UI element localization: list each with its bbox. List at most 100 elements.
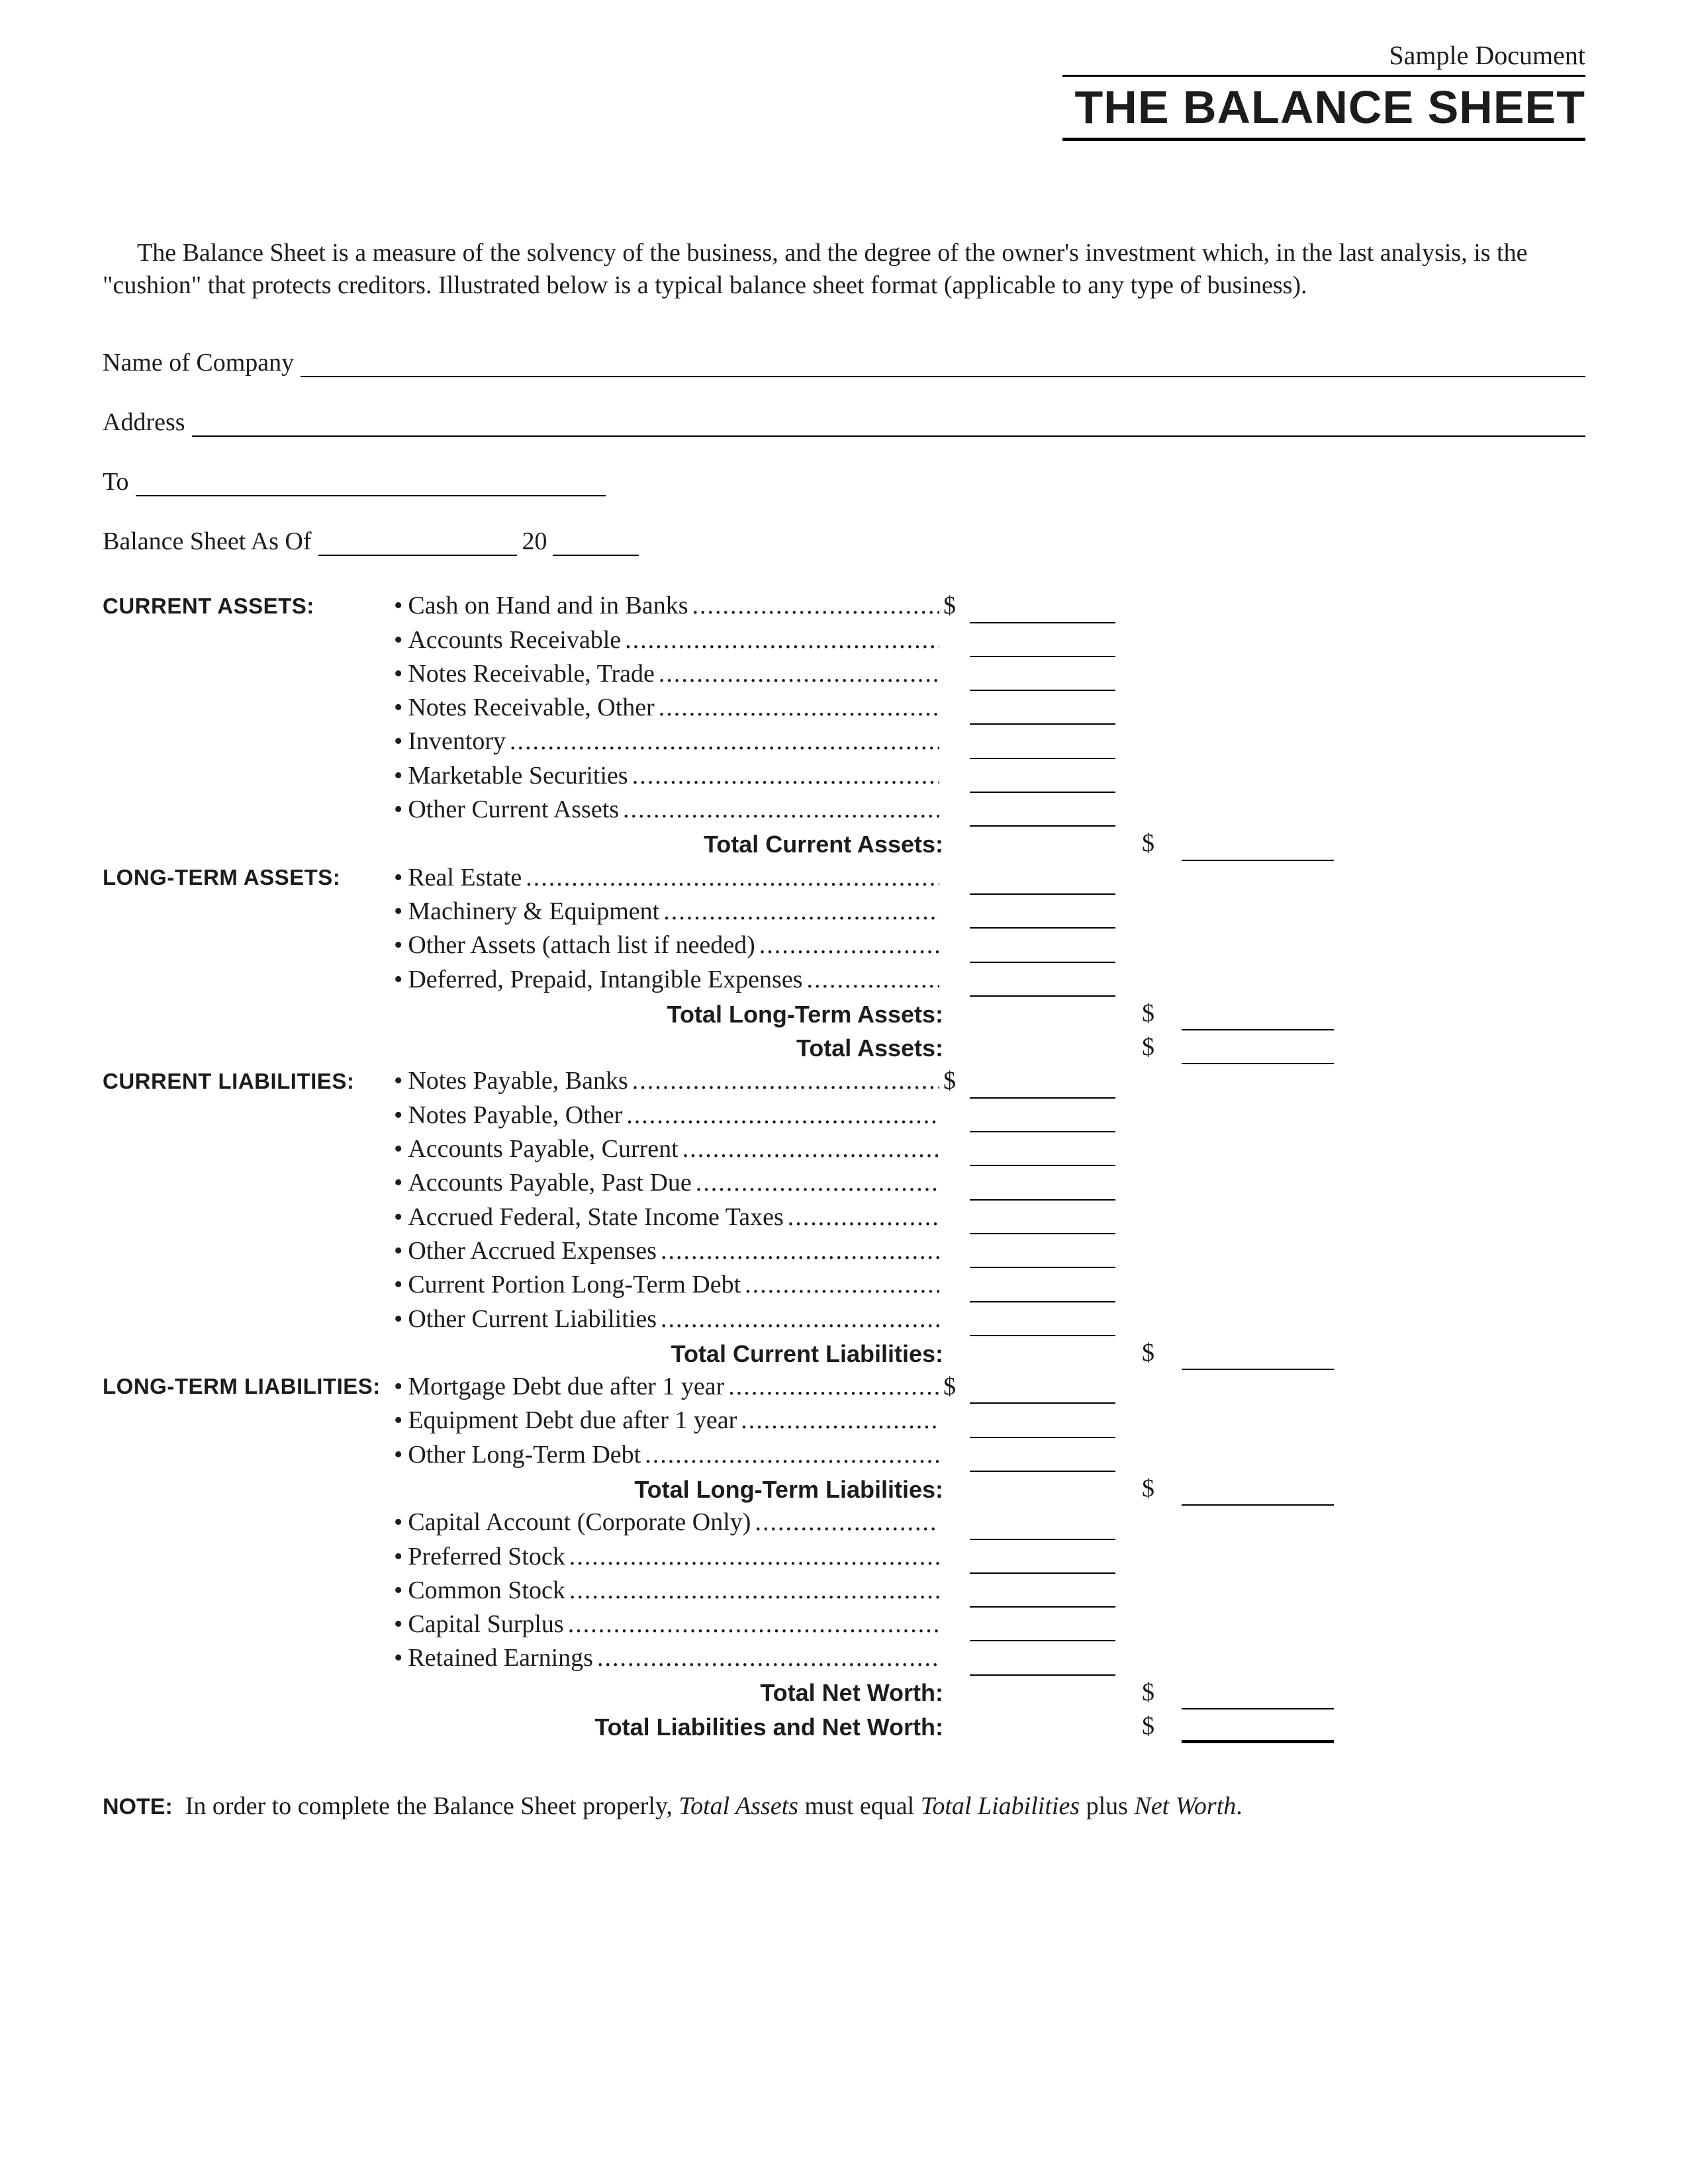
leader-dots: ........................................… (645, 1438, 939, 1472)
leader-dots: ........................................… (632, 1064, 939, 1098)
amount-line[interactable] (970, 872, 1115, 895)
amount-line[interactable] (970, 601, 1115, 623)
amount-line[interactable] (1182, 1347, 1334, 1370)
amount-line[interactable] (970, 906, 1115, 929)
line-row: LONG-TERM ASSETS:• Real Estate .........… (103, 861, 1585, 895)
amount-line[interactable] (970, 702, 1115, 725)
asof-label: Balance Sheet As Of (103, 527, 318, 556)
leader-dots: ........................................… (806, 963, 939, 997)
item-label: Other Assets (attach list if needed) (408, 929, 755, 962)
address-line[interactable] (192, 416, 1585, 437)
bullet-icon: • (394, 1099, 408, 1132)
amount-line[interactable] (970, 1246, 1115, 1268)
amount-line[interactable] (1182, 1042, 1334, 1064)
bullet-icon: • (394, 1404, 408, 1437)
total-label: Total Long-Term Liabilities: (103, 1474, 943, 1506)
item-label: Deferred, Prepaid, Intangible Expenses (408, 963, 802, 997)
sample-label: Sample Document (1062, 40, 1585, 72)
note-i1: Total Assets (679, 1792, 798, 1820)
line-row: • Common Stock .........................… (103, 1574, 1585, 1608)
amount-line[interactable] (970, 1585, 1115, 1608)
amount-line[interactable] (970, 635, 1115, 657)
note-i3: Net Worth (1134, 1792, 1236, 1820)
bullet-icon: • (394, 1370, 408, 1404)
line-row: CURRENT ASSETS:• Cash on Hand and in Ban… (103, 589, 1585, 623)
leader-dots: ........................................… (526, 861, 939, 895)
balance-sheet-body: CURRENT ASSETS:• Cash on Hand and in Ban… (103, 589, 1585, 1743)
leader-dots: ........................................… (755, 1506, 939, 1539)
bullet-icon: • (394, 657, 408, 691)
item-label: Capital Account (Corporate Only) (408, 1506, 751, 1539)
to-line[interactable] (136, 475, 606, 496)
leader-dots: ........................................… (745, 1268, 939, 1302)
line-row: Total Current Liabilities:$ (103, 1336, 1585, 1370)
dollar-sign: $ (1142, 1709, 1182, 1743)
item-label: Other Long-Term Debt (408, 1438, 641, 1472)
line-item: • Preferred Stock ......................… (394, 1540, 943, 1574)
amount-line[interactable] (970, 1551, 1115, 1574)
note-i2: Total Liabilities (921, 1792, 1080, 1820)
line-row: • Notes Receivable, Other ..............… (103, 691, 1585, 725)
note-prefix: NOTE: (103, 1794, 173, 1819)
line-item: • Accounts Payable, Current ............… (394, 1132, 943, 1166)
amount-line[interactable] (970, 668, 1115, 691)
bullet-icon: • (394, 963, 408, 997)
amount-line[interactable] (970, 940, 1115, 963)
line-row: • Deferred, Prepaid, Intangible Expenses… (103, 963, 1585, 997)
line-item: • Other Current Liabilities ............… (394, 1302, 943, 1336)
amount-line[interactable] (970, 1619, 1115, 1641)
line-row: Total Long-Term Liabilities:$ (103, 1472, 1585, 1506)
amount-line[interactable] (970, 1518, 1115, 1540)
amount-line[interactable] (970, 1076, 1115, 1099)
amount-line[interactable] (970, 1314, 1115, 1336)
amount-line[interactable] (970, 770, 1115, 793)
line-item: • Inventory ............................… (394, 725, 943, 758)
amount-line[interactable] (970, 1449, 1115, 1472)
amount-line[interactable] (970, 1144, 1115, 1166)
section-heading: CURRENT ASSETS: (103, 592, 394, 621)
line-item: • Accrued Federal, State Income Taxes ..… (394, 1201, 943, 1234)
line-row: • Retained Earnings ....................… (103, 1641, 1585, 1675)
line-item: • Other Accrued Expenses ...............… (394, 1234, 943, 1268)
line-item: • Accounts Payable, Past Due ...........… (394, 1166, 943, 1200)
item-label: Machinery & Equipment (408, 895, 659, 929)
line-row: Total Long-Term Assets:$ (103, 997, 1585, 1030)
amount-line[interactable] (1182, 1008, 1334, 1030)
amount-line[interactable] (970, 1178, 1115, 1201)
leader-dots: ........................................… (682, 1132, 939, 1166)
line-row: • Other Long-Term Debt .................… (103, 1438, 1585, 1472)
amount-line[interactable] (970, 737, 1115, 759)
amount-line[interactable] (970, 1212, 1115, 1234)
amount-line[interactable] (970, 1653, 1115, 1676)
leader-dots: ........................................… (659, 657, 939, 691)
item-label: Other Current Liabilities (408, 1302, 657, 1336)
amount-line[interactable] (970, 804, 1115, 827)
item-label: Retained Earnings (408, 1641, 593, 1675)
bullet-icon: • (394, 1608, 408, 1641)
item-label: Accrued Federal, State Income Taxes (408, 1201, 783, 1234)
asof-line[interactable] (318, 535, 517, 556)
company-name-line[interactable] (301, 356, 1585, 377)
line-row: Total Liabilities and Net Worth:$ (103, 1709, 1585, 1743)
item-label: Common Stock (408, 1574, 565, 1608)
amount-line[interactable] (1182, 1687, 1334, 1709)
header: Sample Document THE BALANCE SHEET (103, 40, 1585, 141)
dollar-sign: $ (1142, 827, 1182, 860)
bullet-icon: • (394, 1641, 408, 1675)
line-row: • Current Portion Long-Term Debt .......… (103, 1268, 1585, 1302)
amount-line[interactable] (1182, 1483, 1334, 1506)
amount-line[interactable] (970, 1280, 1115, 1302)
amount-line[interactable] (970, 1110, 1115, 1132)
amount-line[interactable] (1182, 839, 1334, 861)
line-item: • Deferred, Prepaid, Intangible Expenses… (394, 963, 943, 997)
company-name-label: Name of Company (103, 348, 301, 377)
amount-line[interactable] (970, 974, 1115, 997)
line-row: • Equipment Debt due after 1 year ......… (103, 1404, 1585, 1437)
amount-line[interactable] (970, 1381, 1115, 1404)
dollar-sign: $ (943, 1370, 970, 1404)
year-line[interactable] (553, 535, 639, 556)
amount-line[interactable] (970, 1416, 1115, 1438)
amount-line[interactable] (1182, 1719, 1334, 1743)
address-label: Address (103, 408, 192, 437)
item-label: Equipment Debt due after 1 year (408, 1404, 737, 1437)
